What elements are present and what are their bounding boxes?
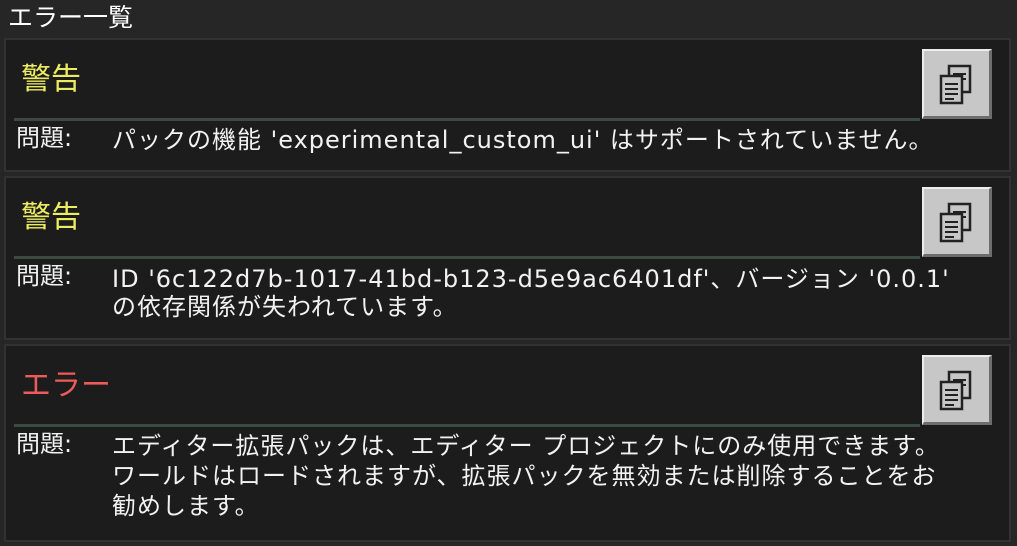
problem-message: パックの機能 'experimental_custom_ui' はサポートされて… (112, 126, 934, 154)
error-entry-3: エラー 問題: エディター拡張パックは、エディター プロジェクトにのみ使用できま… (4, 344, 1011, 542)
copy-button[interactable] (922, 187, 992, 257)
panel-divider (14, 256, 920, 259)
problem-message-line-2: の依存関係が失われています。 (112, 293, 458, 321)
window-title: エラー一覧 (8, 3, 134, 32)
severity-label: エラー (21, 368, 111, 403)
title-bar: エラー一覧 (0, 0, 1017, 36)
copy-button[interactable] (922, 355, 992, 425)
copy-icon (939, 370, 972, 411)
problem-label: 問題: (16, 262, 73, 290)
copy-button[interactable] (922, 49, 992, 119)
problem-label: 問題: (16, 124, 73, 152)
copy-icon (939, 202, 972, 243)
problem-message-line-1: ID '6c122d7b-1017-41bd-b123-d5e9ac6401df… (112, 265, 950, 293)
error-entry-1: 警告 問題: パックの機能 'experimental_custom_ui' は… (4, 38, 1011, 172)
copy-icon (939, 64, 972, 105)
severity-label: 警告 (21, 200, 81, 235)
panel-divider (14, 424, 920, 427)
error-entry-2: 警告 問題: ID '6c122d7b-1017-41bd-b123-d5e9a… (4, 176, 1011, 340)
panel-divider (14, 118, 920, 121)
severity-label: 警告 (21, 62, 81, 97)
problem-label: 問題: (16, 430, 73, 458)
problem-message: エディター拡張パックは、エディター プロジェクトにのみ使用できます。ワールドはロ… (112, 432, 940, 520)
